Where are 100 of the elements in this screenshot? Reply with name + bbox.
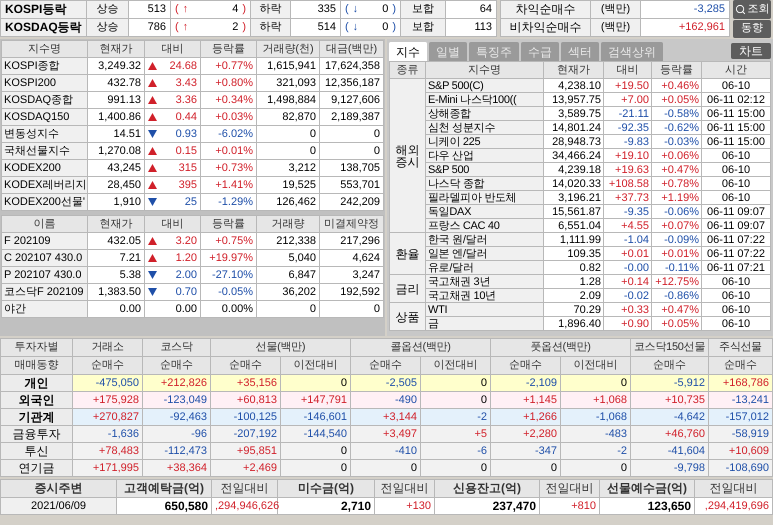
column-header: 전일대비 [540,480,600,498]
table-cell: 553,701 [320,176,384,194]
column-header: 현재가 [544,62,604,78]
table-cell: 0.00 [88,300,144,318]
table-cell: 상해종합 [426,106,544,120]
table-cell: 국고채권 3년 [426,274,544,288]
table-cell: 일본 엔/달러 [426,246,544,260]
table-cell: +0.01% [652,246,702,260]
table-cell: ( [345,3,349,16]
table-cell: -0.03% [652,134,702,148]
table-cell: +5 [420,426,491,442]
tab[interactable]: 수급 [521,42,559,61]
table-cell: 0 [420,460,491,476]
column-header: 순매수 [72,356,142,374]
table-cell: ,294,419,696 [694,498,772,514]
table-cell: 3,247 [320,266,384,284]
tab[interactable]: 특징주 [469,42,519,61]
table-cell: 1,270.08 [88,142,144,160]
table-cell: 123,650 [600,498,694,514]
table-cell: +0.47% [652,302,702,316]
table-cell: 06-11 15:00 [702,120,770,134]
row-header: KOSPI200 [2,74,88,92]
table-cell: -100,125 [210,408,280,426]
column-header: 등락률 [200,216,256,232]
table-cell: +3,144 [350,408,420,426]
table-cell: 109.35 [544,246,604,260]
row-header: 상품 [390,302,426,330]
table-cell: 06-10 [702,288,770,302]
row-header: 기관계 [0,408,72,426]
table-cell: 4,239.18 [544,162,604,176]
table-cell: -4,642 [630,408,709,426]
column-header: 매매동향 [0,356,72,374]
table-cell: 138,705 [320,160,384,176]
row-header: C 202107 430.0 [2,250,88,266]
row-header: KOSDAQ150 [2,108,88,126]
table-cell: -0.58% [652,106,702,120]
column-header: 풋옵션(백만) [490,338,631,356]
table-cell: -2,505 [350,374,420,392]
table-cell: 2 [232,21,238,34]
table-cell: 0 [320,126,384,142]
table-cell: 335 [290,0,340,18]
table-cell: +175,928 [72,392,142,408]
chart-button[interactable]: 차트 [731,43,771,59]
table-cell: -146,601 [280,408,350,426]
table-cell: -6 [420,442,491,460]
table-cell: +1,068 [560,392,631,408]
tab[interactable]: 지수 [389,42,427,61]
table-cell: 212,338 [256,232,320,250]
table-cell: +0.01% [200,142,256,160]
table-cell: 19,525 [256,176,320,194]
table-cell: +0.34% [200,92,256,108]
table-cell: 06-11 02:12 [702,92,770,106]
table-cell: 2021/06/09 [0,498,116,514]
table-cell: 5.38 [88,266,144,284]
column-header: 전일대비 [374,480,434,498]
column-header: 선물예수금(억) [600,480,694,498]
tab[interactable]: 검색상위 [601,42,663,61]
table-cell: 2.09 [544,288,604,302]
table-cell: 나스닥 종합 [426,176,544,190]
search-button[interactable]: 조회 [733,0,771,18]
tab[interactable]: 섹터 [561,42,599,61]
table-cell: -123,049 [142,392,210,408]
table-cell: -27.10% [200,266,256,284]
table-cell: 82,870 [256,108,320,126]
table-cell: 06-10 [702,190,770,204]
column-header: 지수명 [426,62,544,78]
table-cell: 4,624 [320,250,384,266]
table-cell: +0.73% [200,160,256,176]
table-cell: -92.35 [604,120,652,134]
column-header: 투자자별 [0,338,72,356]
table-cell: 25 [184,196,197,208]
table-cell: 유로/달러 [426,260,544,274]
table-cell: -490 [350,392,420,408]
table-cell: 5,040 [256,250,320,266]
column-header: 등락률 [652,62,702,78]
table-cell: 06-11 09:07 [702,204,770,218]
column-header: 순매수 [708,356,772,374]
table-cell: 0.00% [200,300,256,318]
table-cell: 독일DAX [426,204,544,218]
table-cell: -0.86% [652,288,702,302]
table-cell: 보합 [400,0,446,18]
table-cell: 상승 [86,18,128,36]
trend-button[interactable]: 동향 [733,20,771,38]
table-cell: 3,589.75 [544,106,604,120]
table-cell: +162,961 [640,18,730,36]
tab[interactable]: 일별 [429,42,467,61]
table-cell: 06-11 15:00 [702,134,770,148]
table-cell: +1,145 [490,392,561,408]
row-header: KOSDAQ종합 [2,92,88,108]
table-cell: 하락 [250,0,290,18]
table-cell: 991.13 [88,92,144,108]
table-cell: +1,266 [490,408,561,426]
table-cell: +2,469 [210,460,280,476]
table-cell: -207,192 [210,426,280,442]
table-cell: ↓ [352,21,358,34]
row-header: KODEX레버리지 [2,176,88,194]
table-cell: 395 [178,178,197,192]
table-cell: (백만) [590,18,640,36]
table-cell: -0.00 [604,260,652,274]
table-cell: 242,209 [320,194,384,210]
